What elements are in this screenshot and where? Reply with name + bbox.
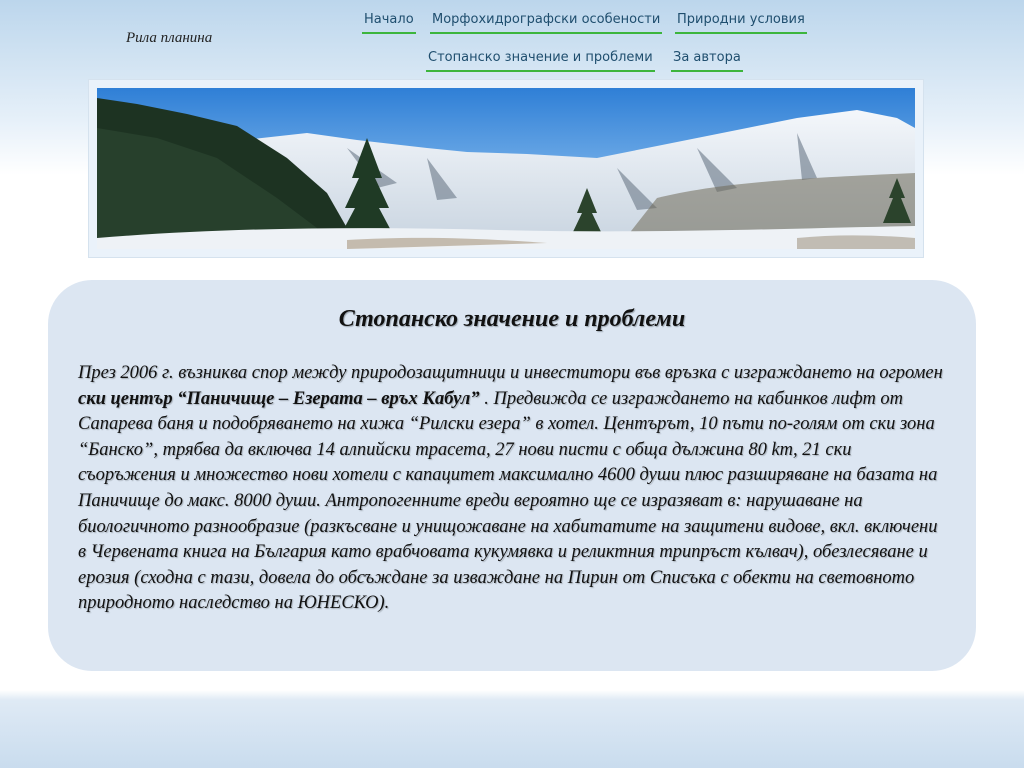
- nav-link-morphohydrography[interactable]: Морфохидрографски особености: [430, 12, 663, 34]
- banner-frame: [88, 79, 924, 258]
- page-title: Стопанско значение и проблеми: [338, 306, 686, 332]
- ski-center-highlight: ски център “Паничище – Езерата – връх Ка…: [78, 388, 480, 409]
- paragraph-text-before: През 2006 г. възниква спор между природо…: [78, 363, 943, 383]
- article-paragraph: През 2006 г. възниква спор между природо…: [78, 361, 946, 617]
- nav-link-about-author[interactable]: За автора: [671, 50, 743, 72]
- content-panel: Стопанско значение и проблеми През 2006 …: [48, 280, 976, 671]
- nav-link-home[interactable]: Начало: [362, 12, 416, 34]
- banner-mountain-image: [97, 88, 915, 249]
- site-title: Рила планина: [126, 30, 213, 46]
- nav-link-natural-conditions[interactable]: Природни условия: [675, 12, 807, 34]
- paragraph-text-after: . Предвижда се изграждането на кабинков …: [78, 388, 938, 614]
- nav-link-economic-significance[interactable]: Стопанско значение и проблеми: [426, 50, 655, 72]
